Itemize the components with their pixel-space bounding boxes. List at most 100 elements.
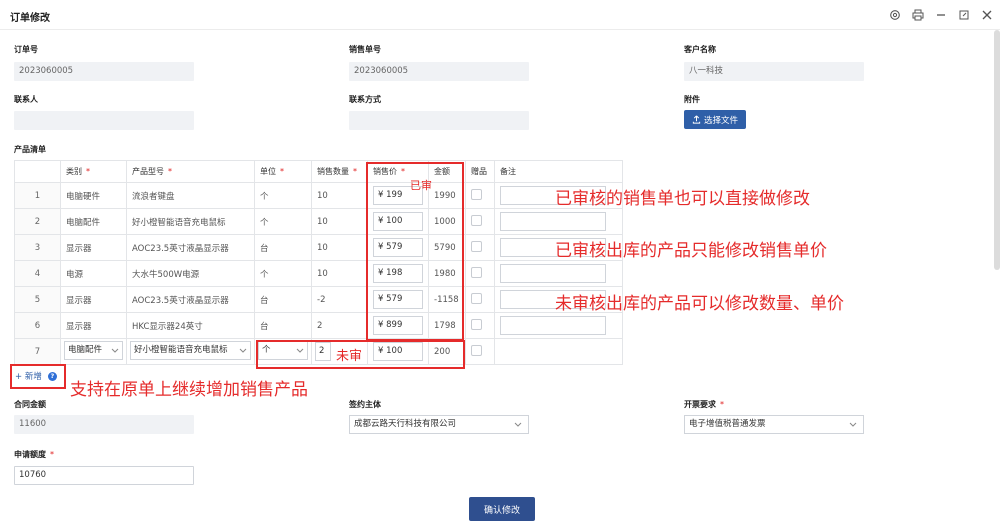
- invoice-label: 开票要求 *: [684, 400, 724, 409]
- model-cell: 流浪者键盘: [126, 182, 255, 209]
- gift-cell: [465, 182, 495, 209]
- window-controls: [887, 7, 994, 22]
- model-select[interactable]: 好小橙智能语音充电鼠标: [130, 340, 251, 360]
- add-product-button[interactable]: + 新增 ?: [15, 370, 57, 382]
- product-list-label: 产品清单: [14, 145, 46, 154]
- col-header-category: 类别 *: [60, 160, 127, 183]
- scrollbar[interactable]: [994, 30, 1000, 270]
- signing-entity-label: 签约主体: [349, 400, 381, 409]
- category-cell: 电脑配件: [60, 208, 127, 235]
- sales-no-label: 销售单号: [349, 45, 381, 54]
- col-header-qty: 销售数量 *: [311, 160, 368, 183]
- qty-cell: 10: [311, 208, 368, 235]
- invoice-select[interactable]: 电子增值税普通发票: [684, 415, 864, 434]
- chevron-down-icon: [849, 422, 857, 427]
- table-row: 3 显示器 AOC23.5英寸液晶显示器 台 10 ¥ 579 5790: [14, 234, 623, 261]
- gift-cell: [465, 208, 495, 235]
- order-no-label: 订单号: [14, 45, 38, 54]
- qty-cell: -2: [311, 286, 368, 313]
- col-header-unit: 单位 *: [254, 160, 312, 183]
- note-input[interactable]: [500, 264, 606, 283]
- category-cell: 显示器: [60, 312, 127, 339]
- note-cell: [494, 312, 623, 339]
- gift-cell: [465, 338, 495, 365]
- gift-cell: [465, 286, 495, 313]
- contact-field[interactable]: [14, 111, 194, 130]
- confirm-button[interactable]: 确认修改: [469, 497, 535, 521]
- gift-checkbox[interactable]: [471, 214, 482, 226]
- gift-checkbox[interactable]: [471, 266, 482, 278]
- order-no-field[interactable]: 2023060005: [14, 62, 194, 81]
- category-cell: 电脑配件: [60, 338, 127, 365]
- note-input[interactable]: [500, 212, 606, 231]
- col-header-model: 产品型号 *: [126, 160, 255, 183]
- model-cell: 好小橙智能语音充电鼠标: [126, 338, 255, 365]
- col-header-note: 备注: [494, 160, 623, 183]
- contract-amount-label: 合同金额: [14, 400, 46, 409]
- annotation-note-2: 已审核出库的产品只能修改销售单价: [555, 241, 827, 261]
- table-row: 1 电脑硬件 流浪者键盘 个 10 ¥ 199 1990: [14, 182, 623, 209]
- gift-checkbox[interactable]: [471, 344, 482, 356]
- print-icon[interactable]: [910, 7, 925, 22]
- approved-tag: 已审: [410, 179, 432, 192]
- unit-cell: 个: [254, 260, 312, 287]
- qty-cell: 10: [311, 234, 368, 261]
- close-icon[interactable]: [979, 7, 994, 22]
- category-cell: 电脑硬件: [60, 182, 127, 209]
- settings-icon[interactable]: [887, 7, 902, 22]
- col-header-index: [14, 160, 61, 183]
- chevron-down-icon: [239, 348, 247, 353]
- choose-file-button[interactable]: 选择文件: [684, 110, 746, 129]
- upload-icon: [692, 115, 701, 124]
- gift-cell: [465, 234, 495, 261]
- model-cell: AOC23.5英寸液晶显示器: [126, 234, 255, 261]
- category-cell: 显示器: [60, 286, 127, 313]
- customer-field[interactable]: 八一科技: [684, 62, 864, 81]
- model-cell: HKC显示器24英寸: [126, 312, 255, 339]
- contact-info-label: 联系方式: [349, 95, 381, 104]
- col-header-gift: 赠品: [465, 160, 495, 183]
- note-cell: [494, 260, 623, 287]
- model-cell: 大水牛500W电源: [126, 260, 255, 287]
- annotation-note-3: 未审核出库的产品可以修改数量、单价: [555, 294, 844, 314]
- note-cell: [494, 208, 623, 235]
- annotation-note-4: 支持在原单上继续增加销售产品: [70, 380, 308, 400]
- customer-label: 客户名称: [684, 45, 716, 54]
- contract-amount-field[interactable]: 11600: [14, 415, 194, 434]
- gift-checkbox[interactable]: [471, 240, 482, 252]
- gift-checkbox[interactable]: [471, 188, 482, 200]
- unit-cell: 台: [254, 286, 312, 313]
- category-select[interactable]: 电脑配件: [64, 340, 123, 360]
- sales-no-field[interactable]: 2023060005: [349, 62, 529, 81]
- help-icon[interactable]: ?: [47, 371, 57, 381]
- applied-amount-label: 申请额度 *: [14, 450, 54, 459]
- table-row: 6 显示器 HKC显示器24英寸 台 2 ¥ 899 1798: [14, 312, 623, 339]
- gift-checkbox[interactable]: [471, 292, 482, 304]
- category-cell: 显示器: [60, 234, 127, 261]
- unapproved-tag: 未审: [336, 349, 363, 364]
- note-input[interactable]: [500, 316, 606, 335]
- category-cell: 电源: [60, 260, 127, 287]
- gift-cell: [465, 260, 495, 287]
- choose-file-label: 选择文件: [703, 115, 738, 126]
- unit-cell: 台: [254, 234, 312, 261]
- applied-amount-input[interactable]: 10760: [14, 466, 194, 485]
- contact-info-field[interactable]: [349, 111, 529, 130]
- chevron-down-icon: [111, 348, 119, 353]
- chevron-down-icon: [514, 422, 522, 427]
- unit-cell: 个: [254, 182, 312, 209]
- window-title: 订单修改: [10, 13, 50, 24]
- maximize-icon[interactable]: [956, 7, 971, 22]
- title-bar: 订单修改: [0, 0, 1000, 30]
- qty-cell: 2: [311, 312, 368, 339]
- gift-checkbox[interactable]: [471, 318, 482, 330]
- minimize-icon[interactable]: [933, 7, 948, 22]
- signing-entity-select[interactable]: 成都云路天行科技有限公司: [349, 415, 529, 434]
- gift-cell: [465, 312, 495, 339]
- attachment-label: 附件: [684, 95, 700, 104]
- unit-cell: 个: [254, 208, 312, 235]
- table-row: 5 显示器 AOC23.5英寸液晶显示器 台 -2 ¥ 579 -1158: [14, 286, 623, 313]
- table-row: 4 电源 大水牛500W电源 个 10 ¥ 198 1980: [14, 260, 623, 287]
- table-row: 2 电脑配件 好小橙智能语音充电鼠标 个 10 ¥ 100 1000: [14, 208, 623, 235]
- qty-cell: 10: [311, 260, 368, 287]
